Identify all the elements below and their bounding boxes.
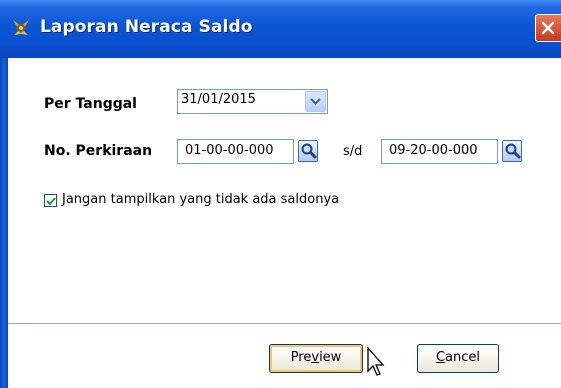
report-icon: [10, 17, 32, 39]
account-to-input[interactable]: 09-20-00-000: [381, 139, 498, 164]
hide-zero-balance-label[interactable]: Jangan tampilkan yang tidak ada saldonya: [62, 192, 339, 207]
preview-label-part: Pre: [290, 350, 312, 365]
account-to-lookup-button[interactable]: [502, 140, 522, 162]
account-from-lookup-button[interactable]: [298, 140, 318, 162]
cancel-label-part: ancel: [445, 350, 481, 365]
close-icon: [541, 21, 555, 35]
checkmark-icon: [46, 197, 56, 206]
cancel-label-accel: C: [435, 350, 446, 365]
hide-zero-balance-checkbox[interactable]: [44, 194, 57, 207]
account-from-input[interactable]: 01-00-00-000: [177, 139, 294, 164]
mouse-pointer-icon: [367, 347, 385, 376]
per-tanggal-label: Per Tanggal: [44, 96, 137, 112]
dialog-window: Laporan Neraca Saldo Per Tanggal 31/01/2…: [0, 0, 561, 388]
preview-label-accel: v: [311, 350, 320, 365]
close-button[interactable]: [535, 14, 561, 42]
preview-label-part: iew: [319, 350, 342, 365]
range-separator-label: s/d: [343, 144, 363, 159]
magnifier-icon: [301, 143, 317, 159]
no-perkiraan-label: No. Perkiraan: [44, 143, 153, 159]
chevron-down-icon: [310, 98, 321, 105]
date-value: 31/01/2015: [181, 92, 256, 107]
window-title: Laporan Neraca Saldo: [40, 17, 253, 37]
magnifier-icon: [505, 143, 521, 159]
preview-button[interactable]: Preview: [269, 344, 363, 373]
title-bar[interactable]: Laporan Neraca Saldo: [0, 0, 561, 58]
date-select[interactable]: 31/01/2015: [177, 89, 328, 114]
cancel-button[interactable]: Cancel: [417, 344, 499, 373]
date-dropdown-button[interactable]: [305, 91, 326, 112]
window-border: [0, 58, 8, 388]
button-separator: [8, 323, 561, 325]
